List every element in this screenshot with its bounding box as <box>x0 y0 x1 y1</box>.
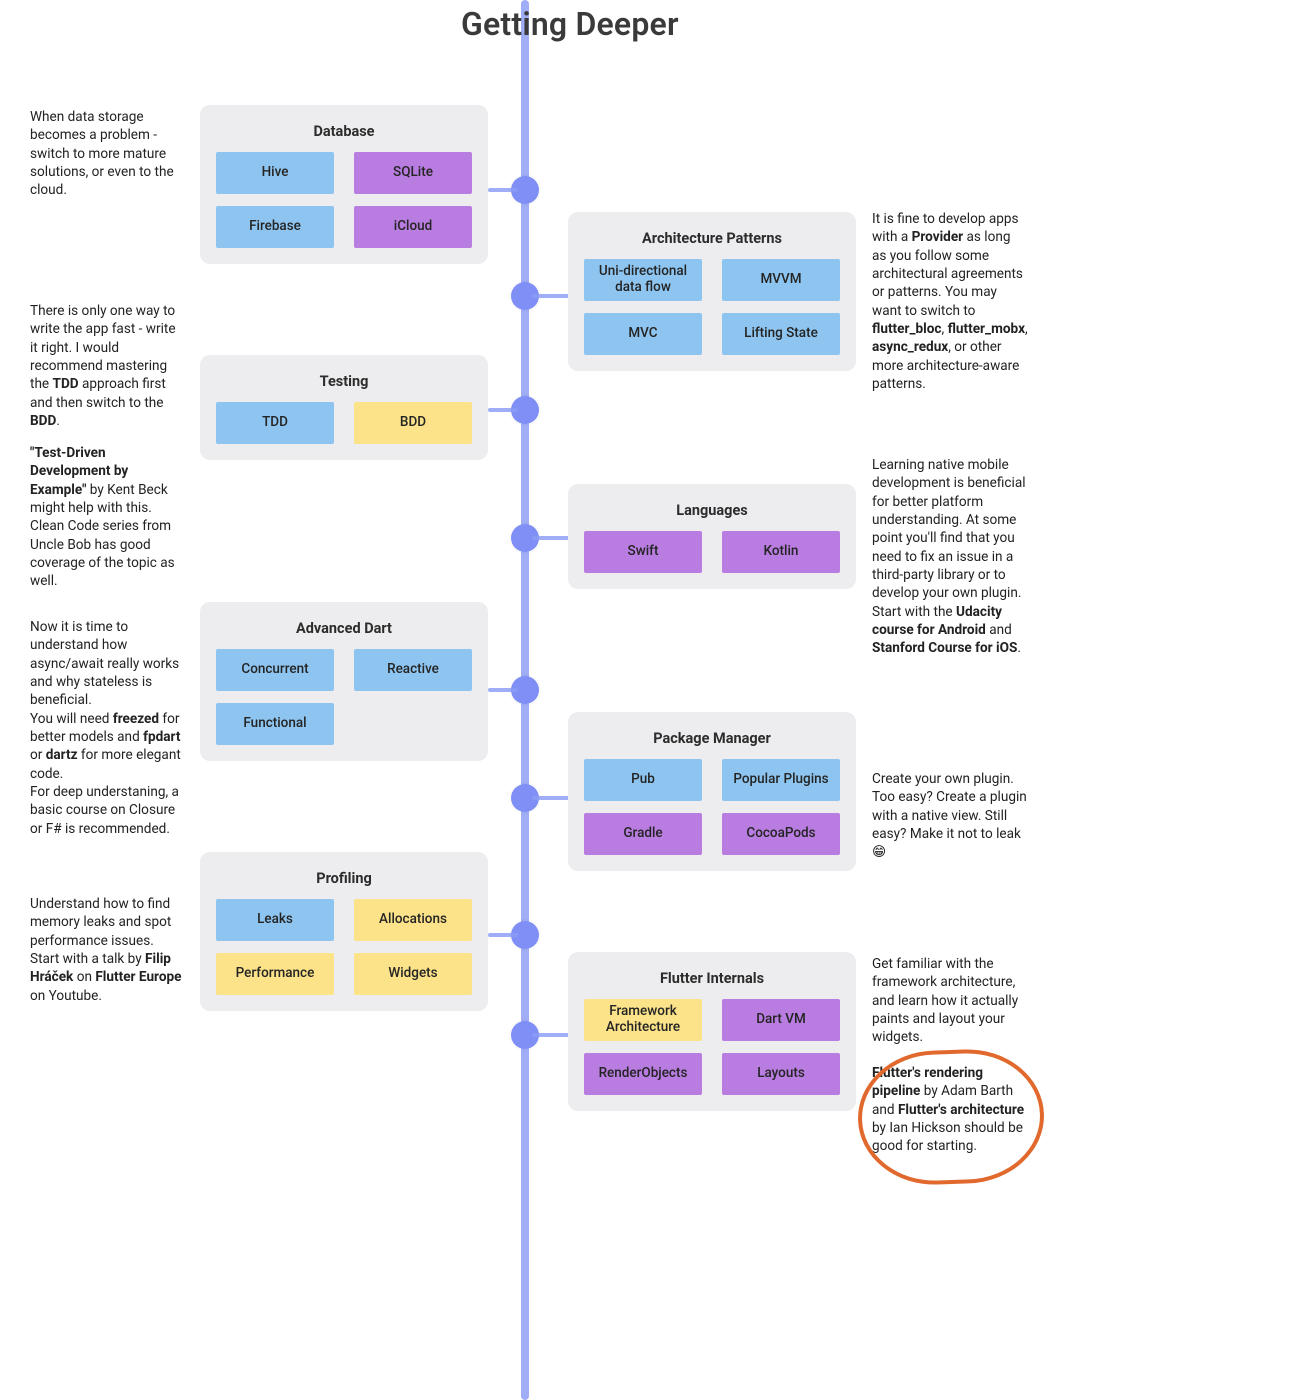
items: Pub Popular Plugins Gradle CocoaPods <box>584 759 840 855</box>
topic-item[interactable]: Uni-directional data flow <box>584 259 702 301</box>
topic-item[interactable]: Kotlin <box>722 531 840 573</box>
connector <box>532 796 570 800</box>
card-flutter-internals: Flutter Internals Framework Architecture… <box>568 952 856 1111</box>
items: TDD BDD <box>216 402 472 444</box>
card-heading: Package Manager <box>584 730 840 747</box>
topic-item[interactable]: Allocations <box>354 899 472 941</box>
items: Concurrent Reactive Functional <box>216 649 472 745</box>
topic-item[interactable]: Firebase <box>216 206 334 248</box>
items: Uni-directional data flow MVVM MVC Lifting … <box>584 259 840 355</box>
note-profiling: Understand how to find memory leaks and … <box>30 895 186 1005</box>
note-testing-1: There is only one way to write the app f… <box>30 302 186 430</box>
card-testing: Testing TDD BDD <box>200 355 488 460</box>
topic-item[interactable]: Concurrent <box>216 649 334 691</box>
note-internals-2: Flutter's rendering pipeline by Adam Bar… <box>872 1064 1028 1156</box>
note-advanced-dart: Now it is time to understand how async/a… <box>30 618 186 838</box>
items: Swift Kotlin <box>584 531 840 573</box>
note-testing-2: "Test-Driven Development by Example" by … <box>30 444 186 591</box>
card-heading: Flutter Internals <box>584 970 840 987</box>
topic-item[interactable]: Dart VM <box>722 999 840 1041</box>
topic-item[interactable]: RenderObjects <box>584 1053 702 1095</box>
note-architecture: It is fine to develop apps with a Provid… <box>872 210 1028 393</box>
card-heading: Profiling <box>216 870 472 887</box>
topic-item[interactable]: Widgets <box>354 953 472 995</box>
card-architecture-patterns: Architecture Patterns Uni-directional da… <box>568 212 856 371</box>
connector <box>488 933 518 937</box>
card-heading: Languages <box>584 502 840 519</box>
topic-item[interactable]: Framework Architecture <box>584 999 702 1041</box>
topic-item[interactable]: SQLite <box>354 152 472 194</box>
connector <box>488 408 518 412</box>
card-package-manager: Package Manager Pub Popular Plugins Gradle… <box>568 712 856 871</box>
note-internals-1: Get familiar with the framework architec… <box>872 955 1028 1047</box>
topic-item[interactable]: Pub <box>584 759 702 801</box>
note-database: When data storage becomes a problem - sw… <box>30 108 186 200</box>
connector <box>532 1033 570 1037</box>
card-heading: Advanced Dart <box>216 620 472 637</box>
topic-item[interactable]: MVC <box>584 313 702 355</box>
note-package: Create your own plugin. Too easy? Create… <box>872 770 1028 862</box>
topic-item[interactable]: CocoaPods <box>722 813 840 855</box>
connector <box>532 294 570 298</box>
page: Getting Deeper Database Hive SQLite Fireba… <box>0 0 1297 1400</box>
topic-item[interactable]: Performance <box>216 953 334 995</box>
card-languages: Languages Swift Kotlin <box>568 484 856 589</box>
note-languages: Learning native mobile development is be… <box>872 456 1028 658</box>
items: Hive SQLite Firebase iCloud <box>216 152 472 248</box>
items: Leaks Allocations Performance Widgets <box>216 899 472 995</box>
card-heading: Architecture Patterns <box>584 230 840 247</box>
topic-item[interactable]: Reactive <box>354 649 472 691</box>
items: Framework Architecture Dart VM RenderObjec… <box>584 999 840 1095</box>
topic-item[interactable]: iCloud <box>354 206 472 248</box>
topic-item[interactable]: Popular Plugins <box>722 759 840 801</box>
card-database: Database Hive SQLite Firebase iCloud <box>200 105 488 264</box>
page-title: Getting Deeper <box>461 6 679 43</box>
topic-item[interactable]: Functional <box>216 703 334 745</box>
card-heading: Testing <box>216 373 472 390</box>
topic-item[interactable]: Lifting State <box>722 313 840 355</box>
connector <box>488 188 518 192</box>
connector <box>488 688 518 692</box>
topic-item[interactable]: Layouts <box>722 1053 840 1095</box>
card-advanced-dart: Advanced Dart Concurrent Reactive Function… <box>200 602 488 761</box>
topic-item[interactable]: Gradle <box>584 813 702 855</box>
topic-item[interactable]: TDD <box>216 402 334 444</box>
topic-item[interactable]: BDD <box>354 402 472 444</box>
card-heading: Database <box>216 123 472 140</box>
topic-item[interactable]: MVVM <box>722 259 840 301</box>
connector <box>532 536 570 540</box>
topic-item[interactable]: Leaks <box>216 899 334 941</box>
topic-item[interactable]: Hive <box>216 152 334 194</box>
topic-item[interactable]: Swift <box>584 531 702 573</box>
card-profiling: Profiling Leaks Allocations Performance Wid… <box>200 852 488 1011</box>
